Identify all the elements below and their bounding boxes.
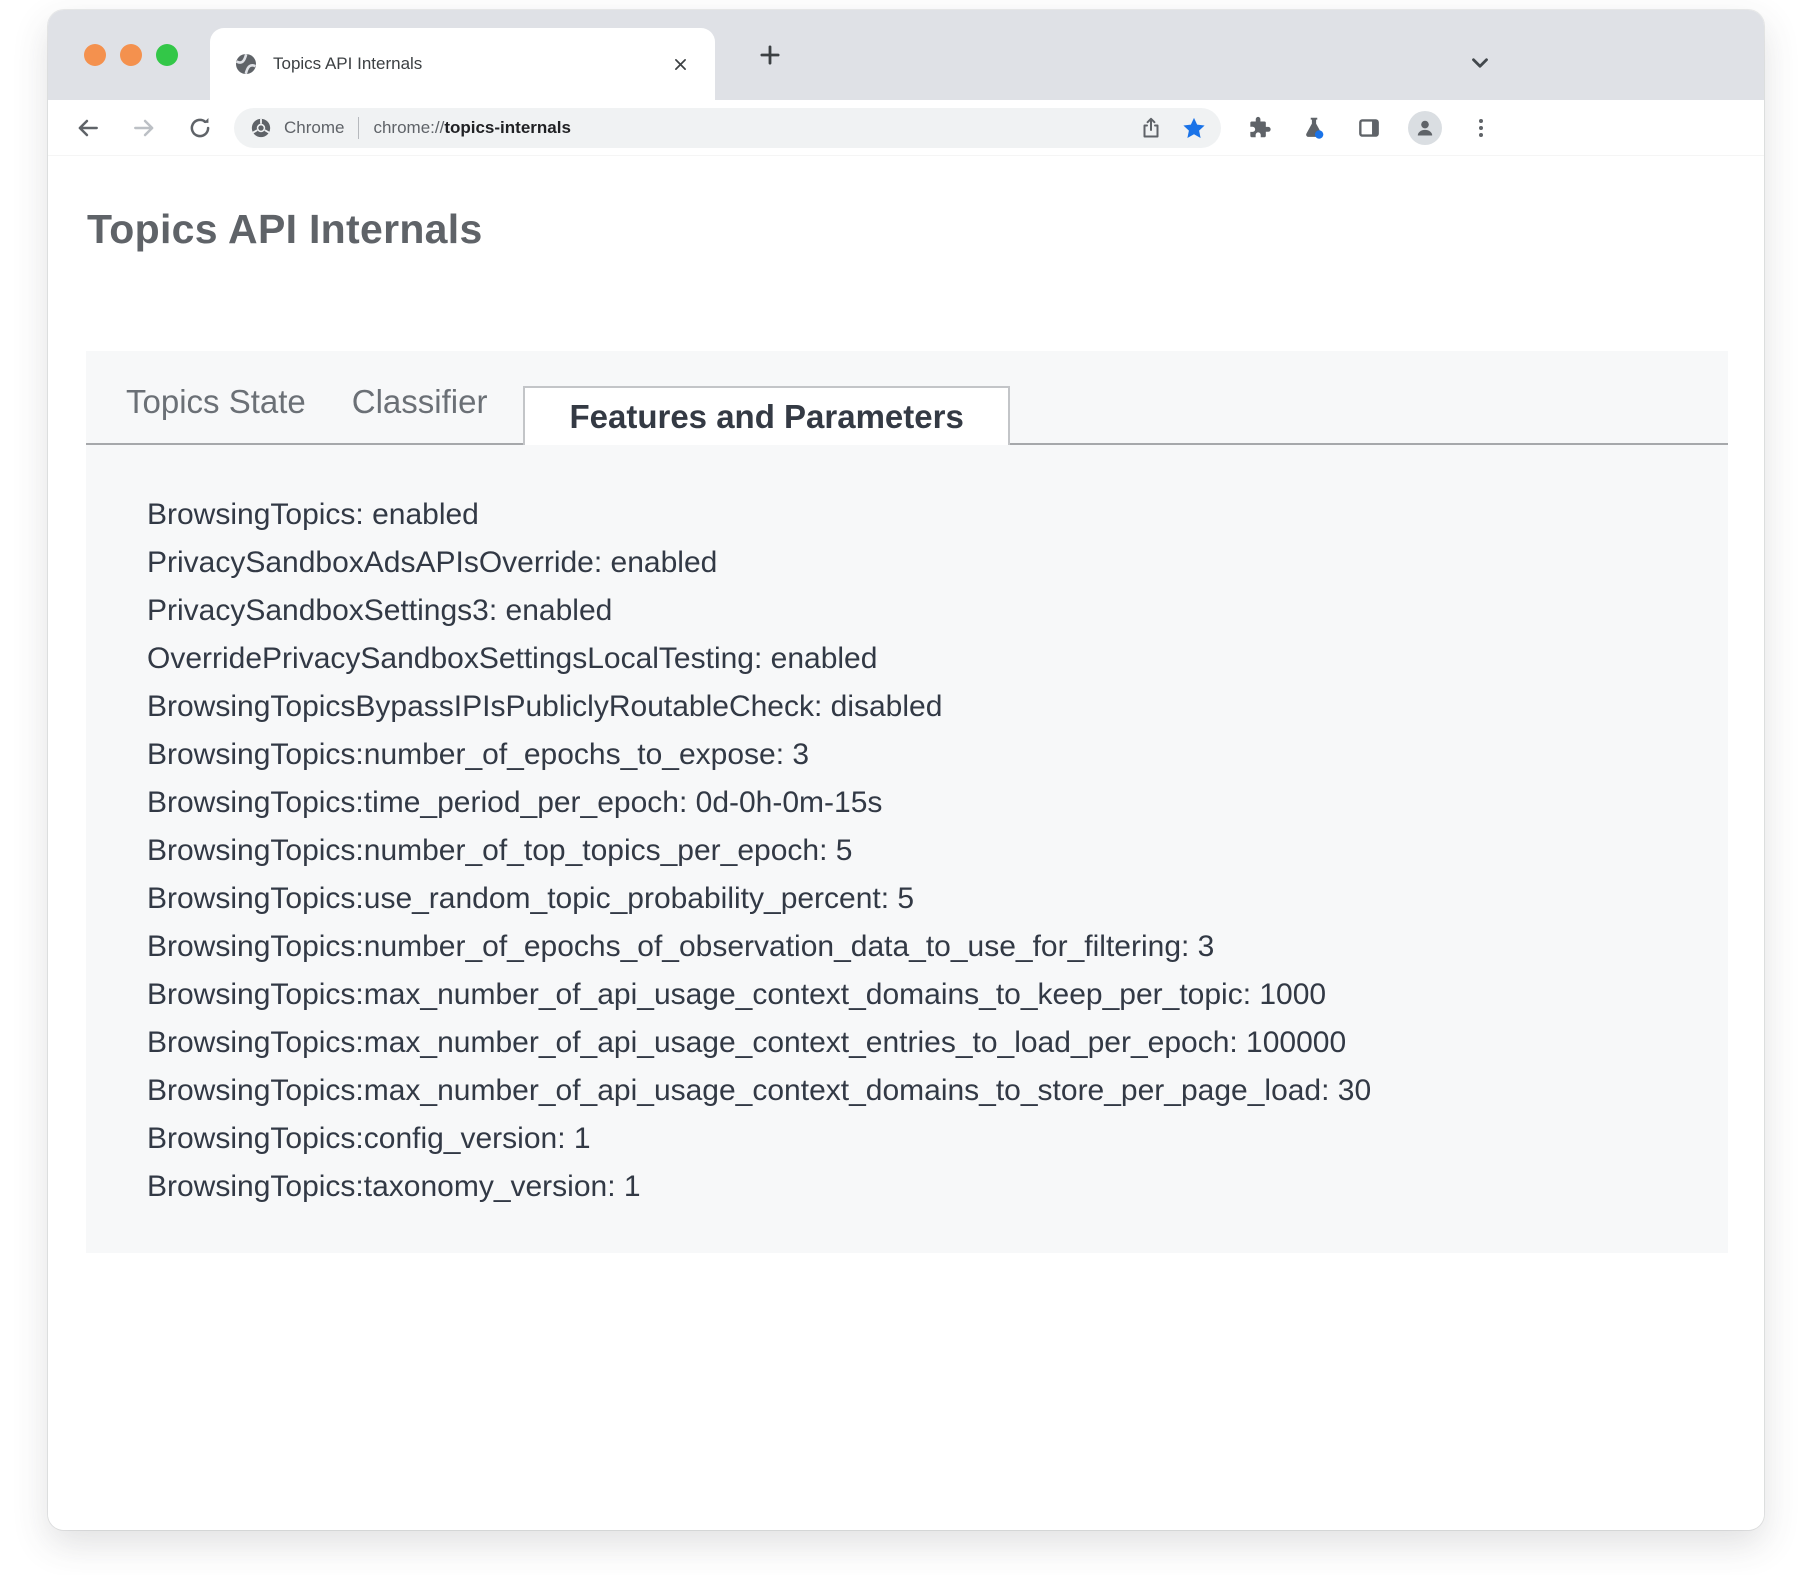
parameter-line: BrowsingTopics:number_of_top_topics_per_… [147,827,1708,875]
extensions-button[interactable] [1243,112,1275,144]
window-controls [84,44,178,66]
browser-tab[interactable]: Topics API Internals [210,28,715,100]
screenshot-root: Topics API Internals [0,0,1812,1575]
person-icon [1413,116,1437,140]
reload-button[interactable] [184,112,216,144]
parameter-line: PrivacySandboxSettings3: enabled [147,587,1708,635]
share-button[interactable] [1139,116,1163,140]
page-tab-topics-state[interactable]: Topics State [126,383,306,443]
parameter-line: BrowsingTopics:taxonomy_version: 1 [147,1163,1708,1211]
beaker-flask-icon [1300,114,1328,142]
puzzle-icon [1246,115,1272,141]
omnibox-actions [1139,115,1207,141]
parameter-line: BrowsingTopics:number_of_epochs_of_obser… [147,923,1708,971]
back-button[interactable] [72,112,104,144]
globe-favicon-icon [234,52,258,76]
kebab-menu-icon [1469,116,1493,140]
browser-window: Topics API Internals [48,10,1764,1530]
forward-arrow-icon [131,115,157,141]
parameter-line: BrowsingTopics:time_period_per_epoch: 0d… [147,779,1708,827]
chrome-logo-icon [250,117,272,139]
tab-title: Topics API Internals [273,54,422,74]
parameter-line: OverridePrivacySandboxSettingsLocalTesti… [147,635,1708,683]
omnibox-chrome-label: Chrome [284,118,344,138]
forward-button[interactable] [128,112,160,144]
browser-toolbar: Chrome chrome://topics-internals [48,100,1764,156]
parameter-line: BrowsingTopics:use_random_topic_probabil… [147,875,1708,923]
tab-panel: Topics State Classifier Features and Param… [86,351,1728,1253]
bookmark-star-button[interactable] [1181,115,1207,141]
url-host: topics-internals [444,118,571,137]
reload-icon [187,115,213,141]
window-minimize-button[interactable] [120,44,142,66]
chevron-down-icon [1467,50,1493,76]
parameter-line: BrowsingTopics:config_version: 1 [147,1115,1708,1163]
chrome-labs-button[interactable] [1298,112,1330,144]
back-arrow-icon [75,115,101,141]
url-scheme: chrome:// [373,118,444,137]
parameter-line: BrowsingTopics:max_number_of_api_usage_c… [147,971,1708,1019]
share-icon [1139,116,1163,140]
window-close-button[interactable] [84,44,106,66]
profile-avatar[interactable] [1408,111,1442,145]
parameter-line: PrivacySandboxAdsAPIsOverride: enabled [147,539,1708,587]
side-panel-icon [1356,115,1382,141]
page-title: Topics API Internals [87,206,483,253]
browser-menu-button[interactable] [1465,112,1497,144]
page-content: Topics API Internals Topics State Classif… [48,156,1764,1530]
tabstrip-chevron-button[interactable] [1464,47,1496,79]
address-bar[interactable]: Chrome chrome://topics-internals [234,108,1221,148]
parameters-list: BrowsingTopics: enabledPrivacySandboxAds… [86,445,1728,1211]
omnibox-separator [358,117,359,139]
page-tab-row: Topics State Classifier Features and Param… [86,351,1728,445]
window-zoom-button[interactable] [156,44,178,66]
toolbar-right-icons [1243,111,1497,145]
plus-icon [757,42,783,68]
tab-strip: Topics API Internals [48,10,1764,100]
new-tab-button[interactable] [754,39,786,71]
parameter-line: BrowsingTopics: enabled [147,491,1708,539]
tab-close-icon[interactable] [669,53,691,75]
parameter-line: BrowsingTopics:max_number_of_api_usage_c… [147,1067,1708,1115]
parameter-line: BrowsingTopics:max_number_of_api_usage_c… [147,1019,1708,1067]
parameter-line: BrowsingTopics:number_of_epochs_to_expos… [147,731,1708,779]
parameter-line: BrowsingTopicsBypassIPIsPubliclyRoutable… [147,683,1708,731]
side-panel-button[interactable] [1353,112,1385,144]
page-tab-classifier[interactable]: Classifier [352,383,488,443]
omnibox-url: chrome://topics-internals [373,118,570,138]
page-tab-features-and-parameters[interactable]: Features and Parameters [523,386,1009,445]
star-filled-icon [1181,115,1207,141]
